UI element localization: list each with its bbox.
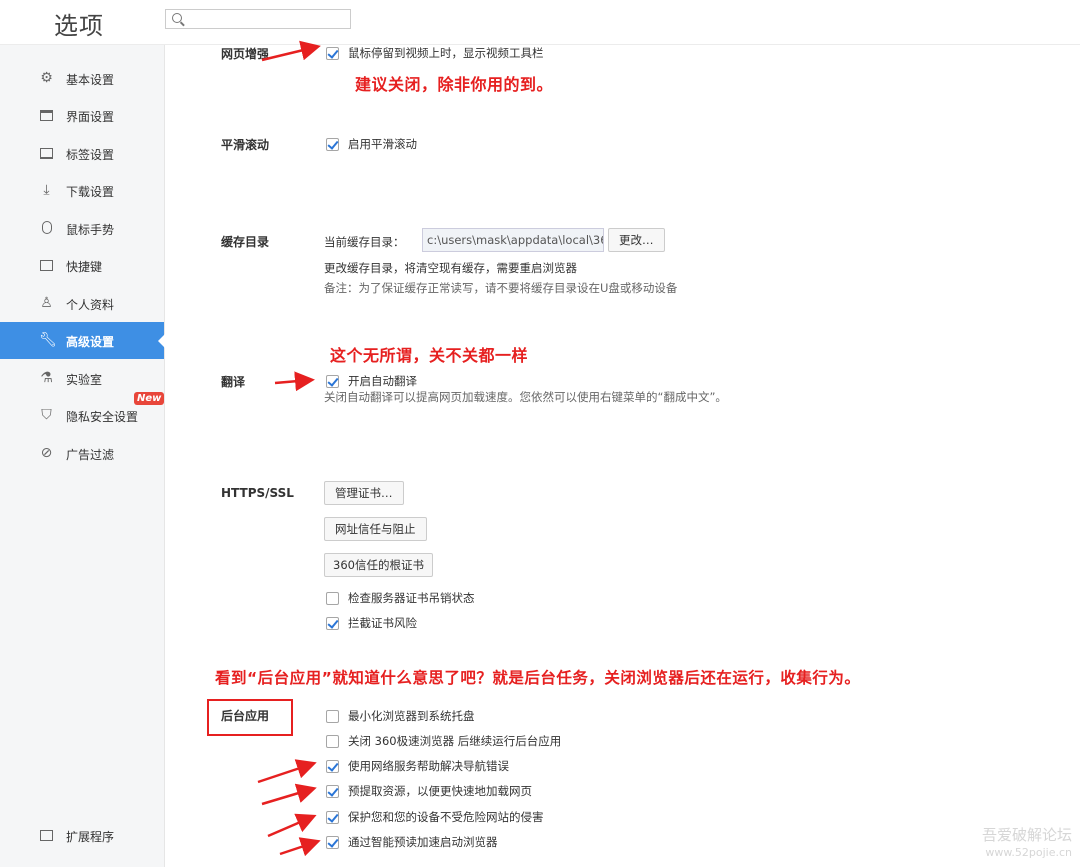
option-block-cert-risk[interactable]: 拦截证书风险 [326,615,417,631]
checkbox[interactable] [326,374,339,388]
watermark-line-2: www.52pojie.cn [985,846,1072,859]
checkbox[interactable] [326,784,339,798]
sidebar-item-privacy[interactable]: ⛉ 隐私安全设置 New [0,392,165,434]
option-run-background[interactable]: 关闭 360极速浏览器 后继续运行后台应用 [326,733,561,749]
sidebar-item-profile[interactable]: ♙ 个人资料 [0,285,164,322]
checkbox[interactable] [326,759,339,773]
extension-icon [39,828,54,843]
sidebar-item-basic[interactable]: ⚙ 基本设置 [0,60,164,97]
option-label: 最小化浏览器到系统托盘 [348,709,475,723]
section-label-translate: 翻译 [221,375,246,389]
cache-note-2: 备注：为了保证缓存正常读写，请不要将缓存目录设在U盘或移动设备 [324,281,678,295]
sidebar-item-shortcuts[interactable]: 快捷键 [0,247,164,284]
manage-certs-button[interactable]: 管理证书… [324,481,404,505]
option-auto-translate[interactable]: 开启自动翻译 [326,373,417,389]
option-smooth-scroll[interactable]: 启用平滑滚动 [326,136,417,152]
settings-panel: 网页增强 鼠标停留到视频上时，显示视频工具栏 平滑滚动 启用平滑滚动 缓存目录 … [165,45,1080,867]
cache-current-label: 当前缓存目录： [324,235,405,249]
checkbox[interactable] [326,734,339,748]
sidebar-item-label: 高级设置 [66,335,115,349]
tab-icon [39,146,54,161]
option-label: 鼠标停留到视频上时，显示视频工具栏 [348,46,544,60]
checkbox[interactable] [326,616,339,630]
sidebar-item-label: 实验室 [66,373,103,387]
option-preload-startup[interactable]: 通过智能预读加速启动浏览器 [326,834,498,850]
watermark: 吾爱破解论坛 www.52pojie.cn [982,827,1072,861]
search-input[interactable] [186,10,350,30]
gear-icon: ⚙ [40,70,53,86]
checkbox[interactable] [326,835,339,849]
search-icon [172,13,182,23]
section-label-smooth-scroll: 平滑滚动 [221,138,270,152]
cache-note-1: 更改缓存目录，将清空现有缓存，需要重启浏览器 [324,261,577,275]
option-nav-error-service[interactable]: 使用网络服务帮助解决导航错误 [326,758,509,774]
annotation-text-1: 建议关闭，除非你用的到。 [355,75,554,94]
page-title: 选项 [54,12,104,40]
keyboard-icon [39,258,54,273]
shield-icon: ⛉ [41,407,52,423]
sidebar-item-advanced[interactable]: 🔧︎ 高级设置 [0,322,165,359]
checkbox[interactable] [326,709,339,723]
sidebar-item-adblock[interactable]: ⊘ 广告过滤 [0,435,164,472]
annotation-box [207,699,293,736]
section-label-web-enhance: 网页增强 [221,47,270,61]
sidebar-item-label: 扩展程序 [66,830,115,844]
cache-path-field[interactable]: c:\users\mask\appdata\local\360 [422,228,604,252]
sidebar-item-label: 个人资料 [66,298,115,312]
download-icon: ⤓ [43,182,50,198]
wrench-icon: 🔧︎ [39,332,57,348]
sidebar-item-label: 鼠标手势 [66,223,115,237]
option-label: 保护您和您的设备不受危险网站的侵害 [348,810,544,824]
option-label: 检查服务器证书吊销状态 [348,591,475,605]
sidebar-item-label: 广告过滤 [66,448,115,462]
section-label-cache: 缓存目录 [221,235,270,249]
user-icon: ♙ [40,295,53,311]
sidebar-item-interface[interactable]: 界面设置 [0,97,164,134]
block-icon: ⊘ [40,445,53,461]
option-label: 关闭 360极速浏览器 后继续运行后台应用 [348,734,562,748]
option-video-toolbar[interactable]: 鼠标停留到视频上时，显示视频工具栏 [326,45,544,61]
checkbox[interactable] [326,810,339,824]
search-box[interactable] [165,9,351,30]
option-label: 使用网络服务帮助解决导航错误 [348,759,509,773]
sidebar-item-label: 标签设置 [66,148,115,162]
option-label: 拦截证书风险 [348,616,417,630]
change-cache-button[interactable]: 更改… [608,228,665,252]
sidebar: ⚙ 基本设置 界面设置 标签设置 ⤓ 下载设置 鼠标手势 快捷键 ♙ 个人资料 … [0,45,165,867]
window-header: 选项 [0,0,1080,45]
mouse-icon [39,221,54,236]
option-prefetch[interactable]: 预提取资源，以便更快速地加载网页 [326,783,532,799]
option-check-revocation[interactable]: 检查服务器证书吊销状态 [326,590,475,606]
translate-note: 关闭自动翻译可以提高网页加载速度。您依然可以使用右键菜单的“翻成中文”。 [324,390,727,404]
option-label: 开启自动翻译 [348,374,417,388]
checkbox[interactable] [326,137,339,151]
option-label: 预提取资源，以便更快速地加载网页 [348,784,532,798]
sidebar-item-mouse[interactable]: 鼠标手势 [0,210,164,247]
checkbox[interactable] [326,46,339,60]
sidebar-item-extensions[interactable]: 扩展程序 [0,817,164,854]
sidebar-item-label: 界面设置 [66,110,115,124]
checkbox[interactable] [326,591,339,605]
root-certs-button[interactable]: 360信任的根证书 [324,553,433,577]
flask-icon: ⚗ [40,370,53,386]
sidebar-item-tabs[interactable]: 标签设置 [0,135,164,172]
sidebar-item-label: 隐私安全设置 [66,410,139,424]
sidebar-item-download[interactable]: ⤓ 下载设置 [0,172,164,209]
window-icon [39,108,54,123]
section-label-https: HTTPS/SSL [221,486,294,500]
sidebar-item-label: 下载设置 [66,185,115,199]
sidebar-item-label: 基本设置 [66,73,115,87]
watermark-line-1: 吾爱破解论坛 [981,826,1072,844]
new-badge: New [134,392,165,405]
option-minimize-tray[interactable]: 最小化浏览器到系统托盘 [326,708,475,724]
annotation-text-2: 这个无所谓，关不关都一样 [330,346,529,365]
annotation-text-3: 看到“后台应用”就知道什么意思了吧？就是后台任务，关闭浏览器后还在运行，收集行为… [215,669,861,687]
option-label: 通过智能预读加速启动浏览器 [348,835,498,849]
url-trust-button[interactable]: 网址信任与阻止 [324,517,427,541]
option-label: 启用平滑滚动 [348,137,417,151]
option-safe-browsing[interactable]: 保护您和您的设备不受危险网站的侵害 [326,809,544,825]
sidebar-item-label: 快捷键 [66,260,103,274]
